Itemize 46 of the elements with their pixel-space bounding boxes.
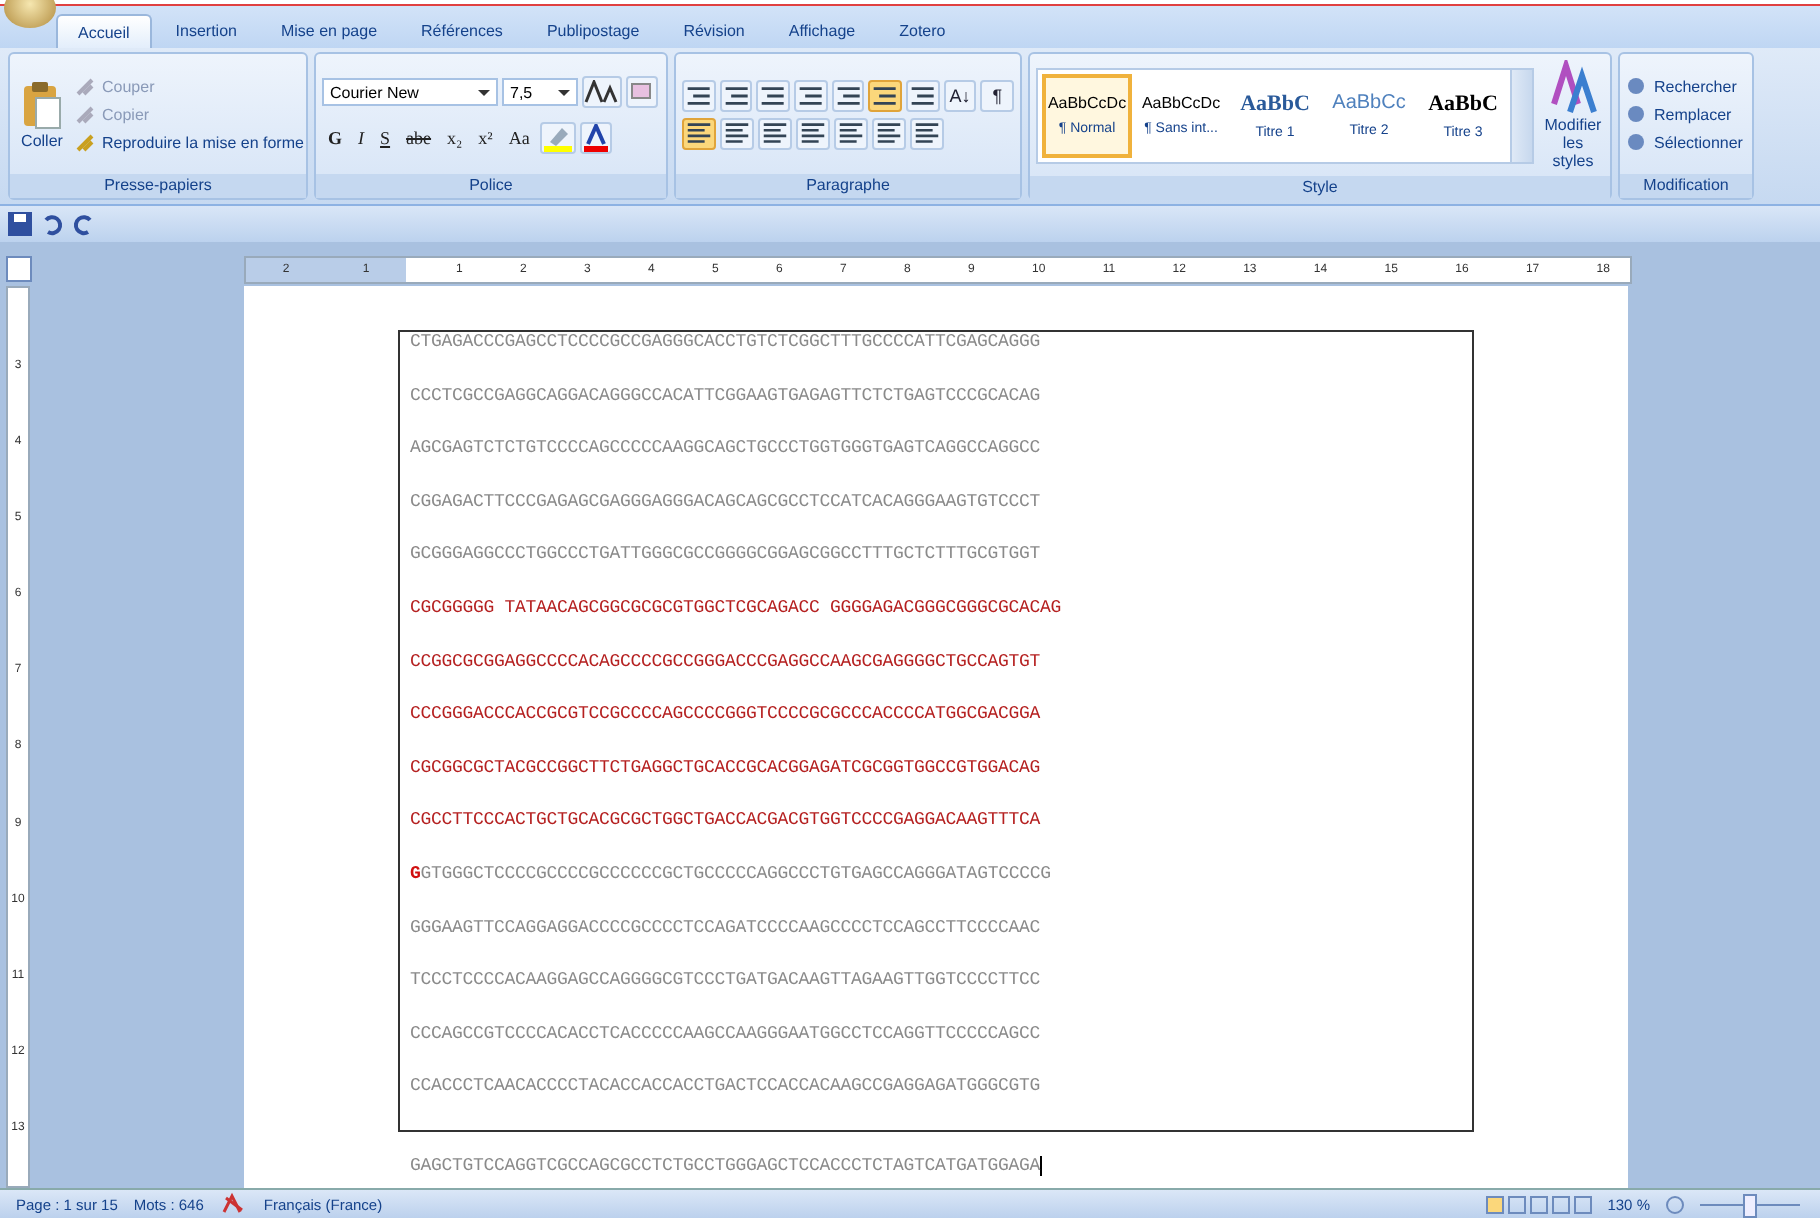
format-button[interactable]: Aa xyxy=(502,121,536,153)
font-name-field[interactable]: Courier New xyxy=(322,77,498,105)
sequence-line: CCCAGCCGTCCCCACACCTCACCCCCAAGCCAAGGGAATGGCCTCCAGGTTCCCCCAGCC xyxy=(410,1023,1043,1048)
editing-button[interactable]: Sélectionner xyxy=(1626,131,1746,153)
format-button[interactable]: G xyxy=(322,121,349,153)
sequence-line: GGGAAGTTCCAGGAGGACCCCGCCCCTCCAGATCCCCAAGCCCCTCCAGCCTTCCCCAAC xyxy=(410,917,1043,942)
ribbon-tab[interactable]: Publipostage xyxy=(526,14,660,48)
sort-button[interactable]: A↓ xyxy=(943,79,977,111)
font-size-field[interactable]: 7,5 xyxy=(502,77,578,105)
group-label: Style xyxy=(1030,176,1610,200)
show-marks-button[interactable]: ¶ xyxy=(980,79,1015,111)
sequence-line: AGCGAGTCTCTGTCCCCAGCCCCCAAGGCAGCTGCCCTGGTGGGTGAGTCAGGCCAGGCC xyxy=(410,438,1043,463)
sequence-line: TCCCTCCCCACAAGGAGCCAGGGGCGTCCCTGATGACAAGTTAGAAGTTGGTCCCCTTCC xyxy=(410,970,1043,995)
group-label: Paragraphe xyxy=(676,174,1020,198)
sequence-line: CCACCCTCAACACCCCTACACCACCACCTGACTCCACCACAAGCCGAGGAGATGGGCGTG xyxy=(410,1076,1043,1101)
sequence-line: CCCGGGACCCACCGCGTCCGCCCCAGCCCCGGGTCCCCGCGCCCACCCCATGGCGACGGA xyxy=(410,704,1043,729)
sequence-line: GCGGGAGGCCCTGGCCCTGATTGGGCGCCGGGGCGGAGCGGCCTTTGCTCTTTGCGTGGT xyxy=(410,544,1043,569)
ribbon-tab[interactable]: Références xyxy=(401,14,523,48)
sequence-line: CGCGGCGCTACGCCGGCTTCTGAGGCTGCACCGCACGGAGATCGCGGTGGCCGTGGACAG xyxy=(410,757,1043,782)
group-label: Presse-papiers xyxy=(10,174,306,198)
sequence-line: GAGCTGTCCAGGTCGCCAGCGCCTCTGCCTGGGAGCTCCACCCTCTAGTCATGATGGAGA xyxy=(410,1155,1043,1176)
ribbon-tab[interactable]: Insertion xyxy=(155,14,257,48)
format-button[interactable]: x² xyxy=(472,121,499,153)
ribbon-tab[interactable]: Accueil xyxy=(56,14,152,48)
sequence-line: CGCGGGGG TATAACAGCGGCGCGCGTGGCTCGCAGACC GGGGAGACGGGCGGGCGCACAG xyxy=(410,597,1064,622)
format-button[interactable]: S xyxy=(374,121,397,153)
group-label: Modification xyxy=(1620,174,1752,198)
ribbon-tab[interactable]: Mise en page xyxy=(260,14,398,48)
format-button[interactable]: x₂ xyxy=(441,121,469,153)
format-button[interactable]: abe xyxy=(400,121,438,153)
sequence-line: CGGAGACTTCCCGAGAGCGAGGGAGGGACAGCAGCGCCTCCATCACAGGGAAGTGTCCCT xyxy=(410,491,1043,516)
clipboard-button[interactable]: Reproduire la mise en forme xyxy=(74,131,304,153)
sequence-line: CCCTCGCCGAGGCAGGACAGGGCCACATTCGGAAGTGAGAGTTCTCTGAGTCCCGCACAG xyxy=(410,385,1043,410)
editing-button[interactable]: Remplacer xyxy=(1626,103,1746,125)
sequence-line: CGCCTTCCCACTGCTGCACGCGCTGGCTGACCACGACGTGGTCCCCGAGGACAAGTTTCA xyxy=(410,810,1043,835)
sequence-line: CTGAGACCCGAGCCTCCCCGCCGAGGGCACCTGTCTCGGCTTTGCCCCATTCGAGCAGGG xyxy=(410,332,1043,356)
sequence-line: GGTGGGCTCCCCGCCCCGCCCCCCGCTGCCCCCAGGCCCTGTGAGCCAGGGATAGTCCCCG xyxy=(410,863,1053,888)
ribbon-tab[interactable]: Zotero xyxy=(879,14,966,48)
group-label: Police xyxy=(316,174,666,198)
editing-button[interactable]: Rechercher xyxy=(1626,75,1746,97)
paste-button[interactable]: Coller xyxy=(16,75,68,153)
change-styles-button[interactable]: Modifier les styles xyxy=(1542,60,1604,170)
sequence-line: CCGGCGCGGAGGCCCCACAGCCCCGCCGGGACCCGAGGCCAAGCGAGGGGCTGCCAGTGT xyxy=(410,651,1043,676)
ribbon-tab[interactable]: Affichage xyxy=(768,14,876,48)
ribbon-tab[interactable]: Révision xyxy=(663,14,765,48)
format-button[interactable]: I xyxy=(352,121,371,153)
